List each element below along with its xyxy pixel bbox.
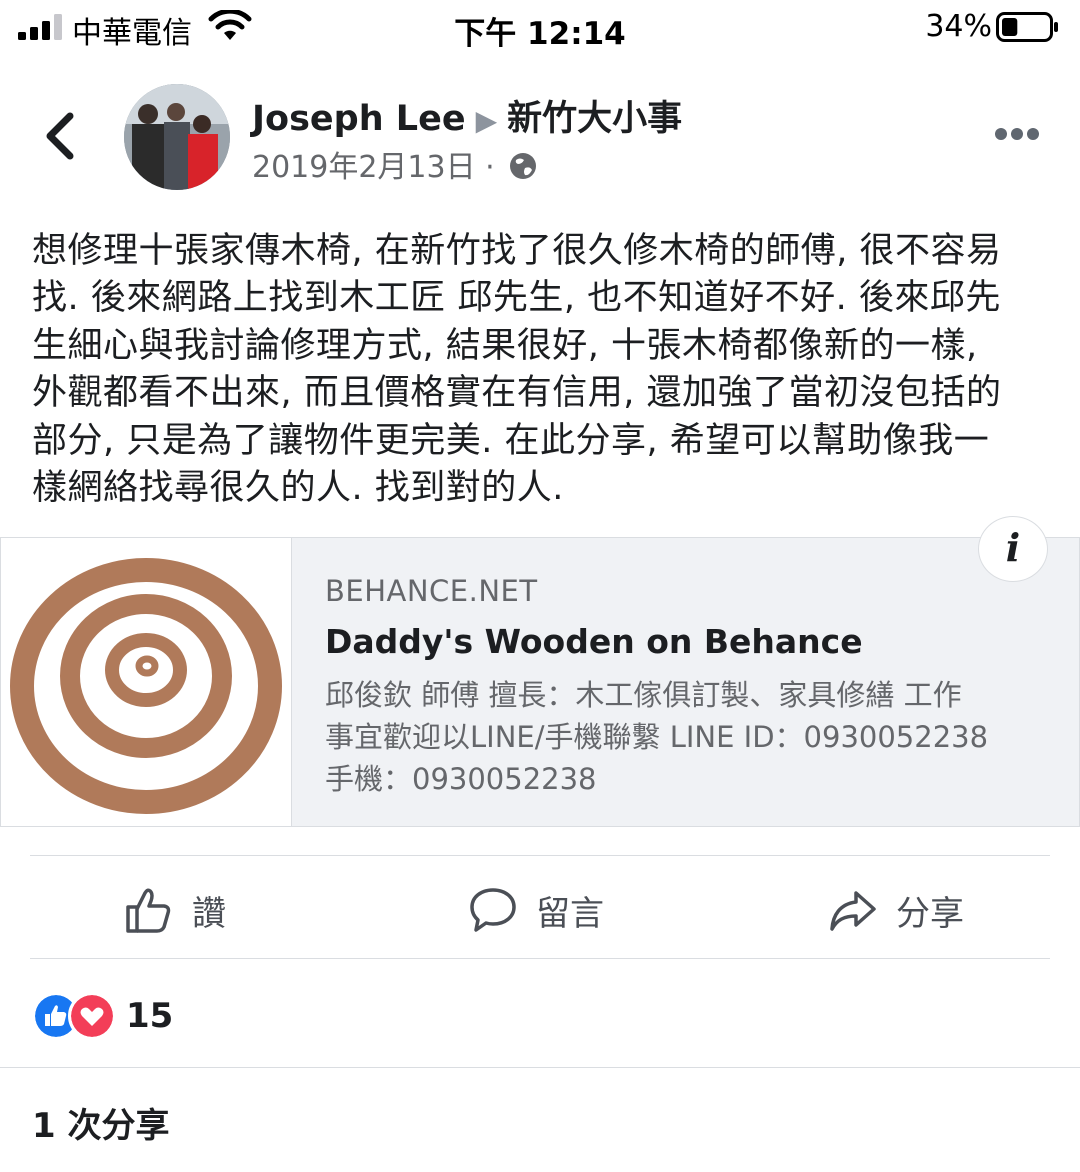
back-chevron-icon[interactable] (40, 110, 80, 162)
status-bar: 中華電信 下午 12:14 34% (0, 0, 1080, 56)
post-meta: 2019年2月13日 · (252, 142, 538, 186)
separator-dot: · (485, 150, 495, 185)
divider (30, 855, 1050, 856)
info-icon-button[interactable]: i (978, 516, 1048, 582)
battery-percent: 34% (925, 9, 992, 44)
reactions-summary[interactable]: 15 (32, 992, 173, 1040)
like-label: 讚 (192, 893, 226, 934)
thumbs-up-icon (126, 888, 171, 933)
comment-label: 留言 (536, 893, 604, 934)
love-icon (68, 992, 116, 1040)
post-text-line: 樣網絡找尋很久的人. 找到對的人. (32, 468, 564, 509)
post-date[interactable]: 2019年2月13日 (252, 150, 476, 185)
divider (0, 1067, 1080, 1068)
reaction-count: 15 (126, 996, 174, 1036)
link-title[interactable]: Daddy's Wooden on Behance (325, 622, 863, 661)
share-button[interactable]: 分享 (828, 880, 964, 940)
share-arrow-icon (830, 891, 876, 931)
comment-button[interactable]: 留言 (468, 880, 604, 940)
link-description-line: 手機：0930052238 (325, 762, 597, 796)
status-time: 下午 12:14 (454, 16, 626, 52)
post-text-line: 找. 後來網路上找到木工匠 邱先生, 也不知道好不好. 後來邱先 (32, 278, 1001, 319)
post-body: 想修理十張家傳木椅, 在新竹找了很久修木椅的師傅, 很不容易 找. 後來網路上找… (32, 228, 1052, 512)
speech-bubble-icon (470, 888, 516, 932)
link-thumbnail (1, 538, 292, 826)
post-text-line: 想修理十張家傳木椅, 在新竹找了很久修木椅的師傅, 很不容易 (32, 231, 1002, 271)
author-avatar[interactable] (124, 84, 230, 190)
author-name[interactable]: Joseph Lee (252, 99, 466, 139)
link-description: 邱俊欽 師傅 擅長：木工傢俱訂製、家具修繕 工作 事宜歡迎以LINE/手機聯繫 … (325, 674, 1045, 800)
divider (30, 958, 1050, 959)
link-description-line: 邱俊欽 師傅 擅長：木工傢俱訂製、家具修繕 工作 (325, 678, 962, 712)
like-button[interactable]: 讚 (124, 880, 226, 940)
share-count[interactable]: 1 次分享 (32, 1098, 170, 1147)
more-options-icon[interactable] (994, 126, 1040, 142)
concentric-rings-logo (10, 558, 282, 814)
share-label: 分享 (896, 893, 964, 934)
link-description-line: 事宜歡迎以LINE/手機聯繫 LINE ID：0930052238 (325, 720, 989, 754)
group-name[interactable]: 新竹大小事 (507, 99, 682, 139)
avatar-photo (124, 84, 230, 190)
battery-icon (996, 12, 1058, 42)
globe-icon (510, 153, 537, 179)
post-author-line: Joseph Lee ▶ 新竹大小事 (252, 90, 682, 141)
post-text-line: 生細心與我討論修理方式, 結果很好, 十張木椅都像新的一樣, (32, 325, 978, 366)
link-domain: BEHANCE.NET (325, 574, 538, 608)
link-preview-card[interactable]: BEHANCE.NET Daddy's Wooden on Behance 邱俊… (0, 537, 1080, 827)
post-text-line: 部分, 只是為了讓物件更完美. 在此分享, 希望可以幫助像我一 (32, 420, 990, 461)
triangle-right-icon: ▶ (475, 104, 498, 137)
post-text-line: 外觀都看不出來, 而且價格實在有信用, 還加強了當初沒包括的 (32, 373, 1002, 414)
